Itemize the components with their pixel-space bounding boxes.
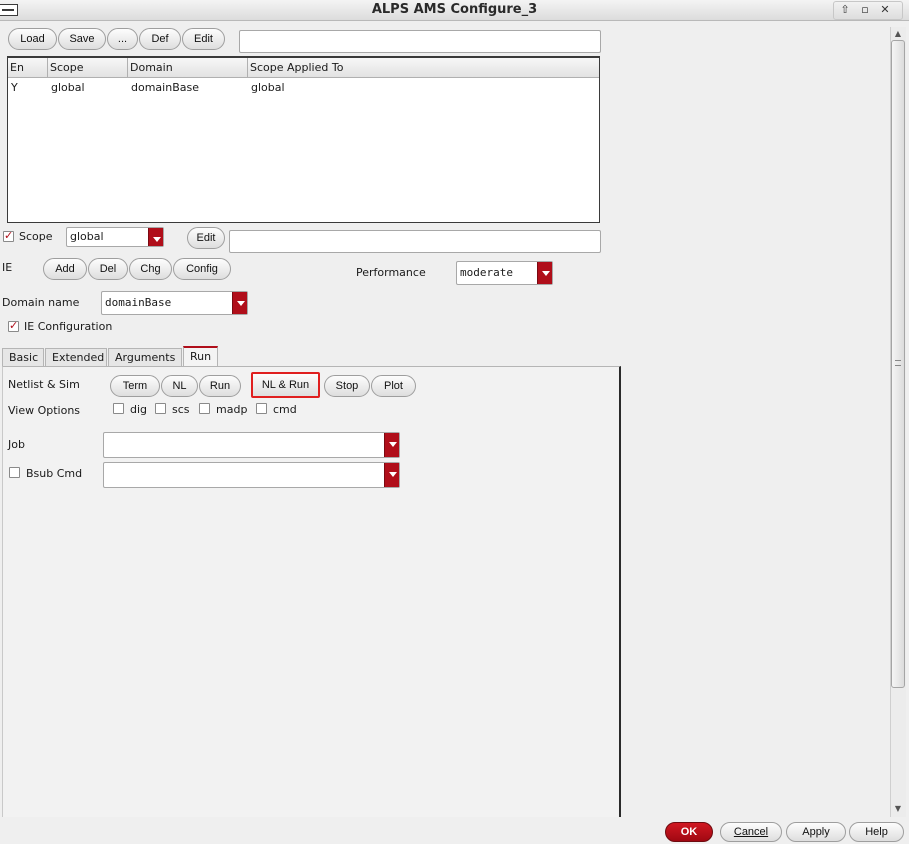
tab-extended[interactable]: Extended bbox=[45, 348, 107, 367]
close-icon[interactable]: ✕ bbox=[877, 3, 893, 18]
cmd-checkbox[interactable] bbox=[256, 403, 267, 414]
ie-del-button[interactable]: Del bbox=[88, 258, 128, 280]
bsub-cmd-label: Bsub Cmd bbox=[26, 467, 83, 480]
apply-button[interactable]: Apply bbox=[786, 822, 846, 842]
load-button[interactable]: Load bbox=[8, 28, 57, 50]
tab-basic[interactable]: Basic bbox=[2, 348, 44, 367]
nl-button[interactable]: NL bbox=[161, 375, 198, 397]
performance-select[interactable]: moderate bbox=[456, 261, 553, 285]
tab-arguments[interactable]: Arguments bbox=[108, 348, 182, 367]
scope-select-value: global bbox=[70, 230, 104, 243]
ie-chg-button[interactable]: Chg bbox=[129, 258, 172, 280]
job-select[interactable] bbox=[103, 432, 400, 458]
cancel-button[interactable]: Cancel bbox=[720, 822, 782, 842]
bsub-cmd-select[interactable] bbox=[103, 462, 400, 488]
domain-name-label: Domain name bbox=[2, 296, 80, 309]
scope-table[interactable]: En Scope Domain Scope Applied To Y globa… bbox=[7, 56, 600, 223]
cell-domain: domainBase bbox=[131, 81, 199, 94]
cmd-label: cmd bbox=[273, 403, 297, 416]
scope-label: Scope bbox=[19, 230, 53, 243]
plot-button[interactable]: Plot bbox=[371, 375, 416, 397]
madp-label: madp bbox=[216, 403, 248, 416]
ie-add-button[interactable]: Add bbox=[43, 258, 87, 280]
nl-and-run-button[interactable]: NL & Run bbox=[251, 372, 320, 398]
ok-button[interactable]: OK bbox=[665, 822, 713, 842]
performance-select-value: moderate bbox=[460, 266, 513, 279]
ie-label: IE bbox=[2, 261, 13, 274]
cell-scope-applied-to: global bbox=[251, 81, 285, 94]
help-button[interactable]: Help bbox=[849, 822, 904, 842]
dig-label: dig bbox=[130, 403, 148, 416]
edit-button[interactable]: Edit bbox=[182, 28, 225, 50]
def-button[interactable]: Def bbox=[139, 28, 181, 50]
save-button[interactable]: Save bbox=[58, 28, 106, 50]
scope-select[interactable]: global bbox=[66, 227, 164, 247]
run-button[interactable]: Run bbox=[199, 375, 241, 397]
column-header-domain[interactable]: Domain bbox=[128, 58, 248, 78]
scope-checkbox[interactable] bbox=[3, 229, 14, 242]
more-button[interactable]: ... bbox=[107, 28, 138, 50]
chevron-down-icon bbox=[232, 292, 247, 314]
ie-configuration-checkbox[interactable] bbox=[8, 319, 19, 332]
term-button[interactable]: Term bbox=[110, 375, 160, 397]
domain-name-select-value: domainBase bbox=[105, 296, 172, 309]
column-header-scope-applied-to[interactable]: Scope Applied To bbox=[248, 58, 599, 78]
scroll-down-icon[interactable]: ▼ bbox=[893, 804, 903, 814]
window-title: ALPS AMS Configure_3 bbox=[371, 2, 538, 17]
scope-text-field[interactable] bbox=[229, 230, 601, 253]
dig-checkbox[interactable] bbox=[113, 403, 124, 414]
view-options-label: View Options bbox=[8, 404, 81, 417]
madp-checkbox[interactable] bbox=[199, 403, 210, 414]
column-header-scope[interactable]: Scope bbox=[48, 58, 128, 78]
shade-icon[interactable]: ⇧ bbox=[837, 3, 853, 18]
scs-checkbox[interactable] bbox=[155, 403, 166, 414]
domain-name-select[interactable]: domainBase bbox=[101, 291, 248, 315]
tab-run[interactable]: Run bbox=[183, 346, 218, 367]
chevron-down-icon bbox=[148, 228, 163, 246]
performance-label: Performance bbox=[356, 266, 426, 279]
maximize-icon[interactable]: ▫ bbox=[857, 3, 873, 18]
scroll-up-icon[interactable]: ▲ bbox=[893, 29, 903, 39]
scrollbar-grip-icon bbox=[895, 360, 901, 366]
chevron-down-icon bbox=[537, 262, 552, 284]
job-label: Job bbox=[8, 438, 25, 451]
cell-scope: global bbox=[51, 81, 85, 94]
chevron-down-icon bbox=[384, 433, 399, 457]
netlist-sim-label: Netlist & Sim bbox=[8, 378, 80, 391]
toolbar-text-field[interactable] bbox=[239, 30, 601, 53]
chevron-down-icon bbox=[384, 463, 399, 487]
scs-label: scs bbox=[172, 403, 190, 416]
window-controls-buttons: ⇧ ▫ ✕ bbox=[833, 3, 903, 18]
scope-edit-button[interactable]: Edit bbox=[187, 227, 225, 249]
ie-config-button[interactable]: Config bbox=[173, 258, 231, 280]
bsub-cmd-checkbox[interactable] bbox=[9, 467, 20, 478]
column-header-en[interactable]: En bbox=[8, 58, 48, 78]
ie-configuration-label: IE Configuration bbox=[24, 320, 113, 333]
cell-en: Y bbox=[11, 81, 18, 94]
table-header: En Scope Domain Scope Applied To bbox=[8, 58, 599, 78]
stop-button[interactable]: Stop bbox=[324, 375, 370, 397]
